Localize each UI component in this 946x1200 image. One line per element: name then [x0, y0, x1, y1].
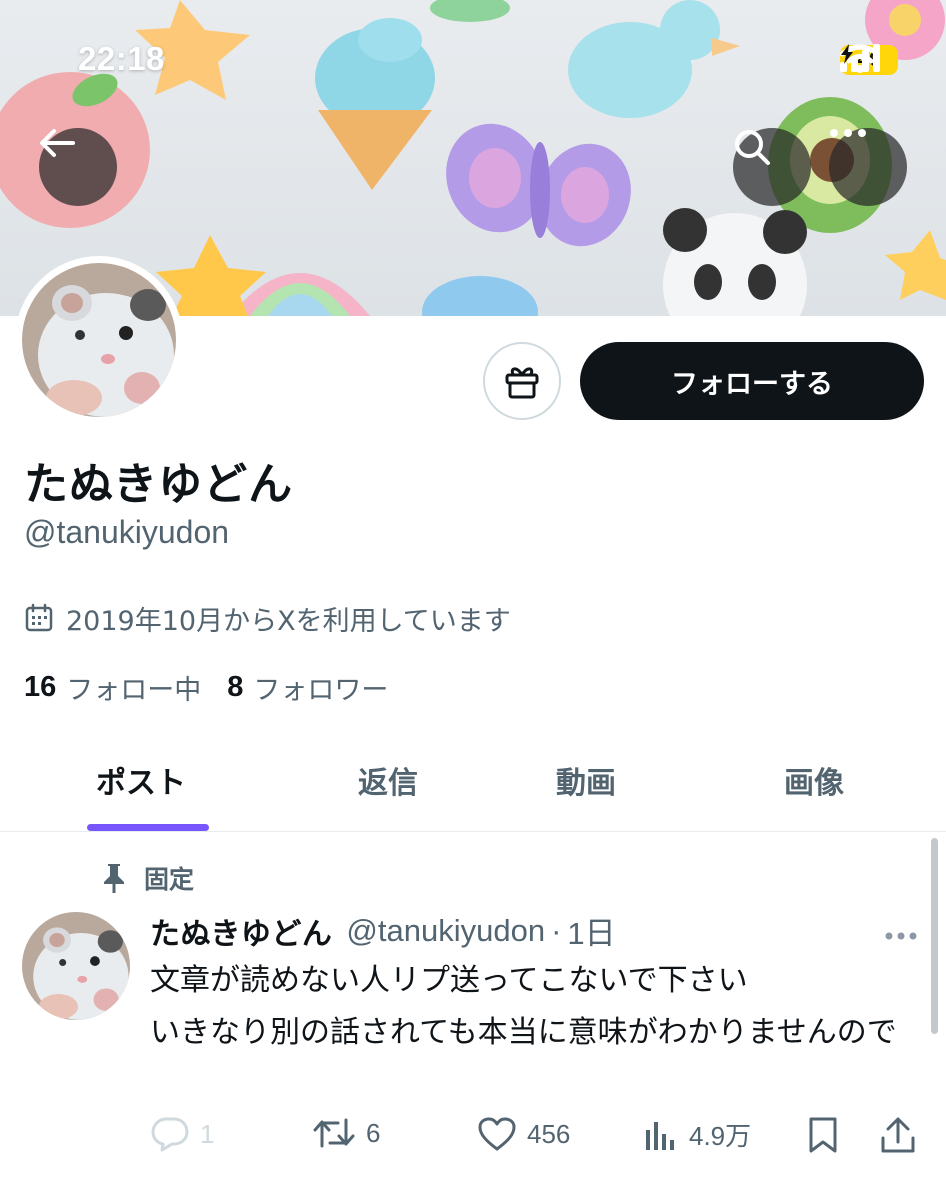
hamster-avatar-image: [22, 912, 130, 1020]
share-icon: [881, 1117, 915, 1153]
post-time-separator: ·: [551, 912, 562, 948]
reply-count: 1: [200, 1118, 215, 1149]
back-button[interactable]: [39, 128, 117, 206]
reply-button[interactable]: 1: [150, 1116, 214, 1152]
post-author-handle[interactable]: @tanukiyudon: [346, 913, 545, 949]
back-arrow-icon: [40, 129, 75, 157]
like-icon: [478, 1117, 516, 1151]
bookmark-button[interactable]: [806, 1116, 840, 1154]
status-bar-indicators: 46: [840, 44, 898, 76]
profile-handle: @tanukiyudon: [24, 514, 230, 550]
search-button[interactable]: [733, 128, 811, 206]
profile-avatar[interactable]: [15, 256, 183, 424]
views-count: 4.9万: [689, 1121, 752, 1151]
hamster-avatar-image: [22, 263, 176, 417]
post-header: たぬきゆどん @tanukiyudon · 1日: [150, 908, 616, 953]
following-count[interactable]: 16: [24, 671, 56, 704]
joined-text: 2019年10月からXを利用しています: [66, 605, 511, 637]
tab-videos[interactable]: 動画: [556, 758, 616, 802]
active-tab-indicator: [87, 824, 209, 831]
profile-tabs: ポスト 返信 動画 画像: [0, 730, 946, 832]
post-time[interactable]: 1日: [567, 908, 615, 953]
repost-count: 6: [366, 1117, 381, 1148]
avatar-image: [22, 263, 176, 417]
tab-replies[interactable]: 返信: [358, 758, 418, 802]
views-button[interactable]: 4.9万: [643, 1116, 751, 1153]
follow-stats: 16 フォロー中 8 フォロワー: [24, 668, 388, 707]
like-button[interactable]: 456: [477, 1116, 570, 1152]
tab-posts[interactable]: ポスト: [96, 758, 186, 802]
post-author-name[interactable]: たぬきゆどん: [150, 909, 332, 953]
joined-date: 2019年10月からXを利用しています: [24, 598, 511, 638]
pinned-text: 固定: [144, 865, 195, 894]
more-icon: [885, 932, 917, 940]
more-icon: [830, 129, 866, 137]
charging-icon: [841, 44, 853, 64]
gift-button[interactable]: [483, 342, 561, 420]
pin-icon: [104, 864, 124, 893]
more-options-button[interactable]: [829, 128, 907, 206]
status-bar-time: 22:18: [78, 40, 165, 77]
post-author-avatar[interactable]: [22, 912, 130, 1020]
followers-count[interactable]: 8: [227, 671, 243, 704]
views-icon: [646, 1121, 674, 1150]
profile-display-name: たぬきゆどん: [24, 459, 294, 510]
post-more-button[interactable]: [884, 918, 918, 948]
post-actions: 1 6 456 4.9万: [0, 1108, 946, 1160]
search-icon: [735, 130, 770, 165]
repost-button[interactable]: 6: [312, 1116, 380, 1150]
follow-button[interactable]: フォローする: [580, 342, 924, 420]
gift-icon: [505, 367, 539, 399]
share-button[interactable]: [880, 1116, 916, 1154]
following-label[interactable]: フォロー中: [66, 668, 201, 707]
tab-images[interactable]: 画像: [784, 758, 844, 802]
calendar-icon: [25, 603, 53, 632]
like-count: 456: [527, 1118, 571, 1149]
bookmark-icon: [809, 1117, 837, 1153]
pinned-label: 固定: [100, 860, 194, 896]
repost-icon: [313, 1118, 355, 1148]
scrollbar[interactable]: [931, 838, 938, 1034]
post-body-text[interactable]: 文章が読めない人リプ送ってこないで下さい いきなり別の話されても本当に意味がわか…: [150, 955, 910, 1059]
followers-label[interactable]: フォロワー: [253, 668, 388, 707]
reply-icon: [151, 1117, 189, 1152]
